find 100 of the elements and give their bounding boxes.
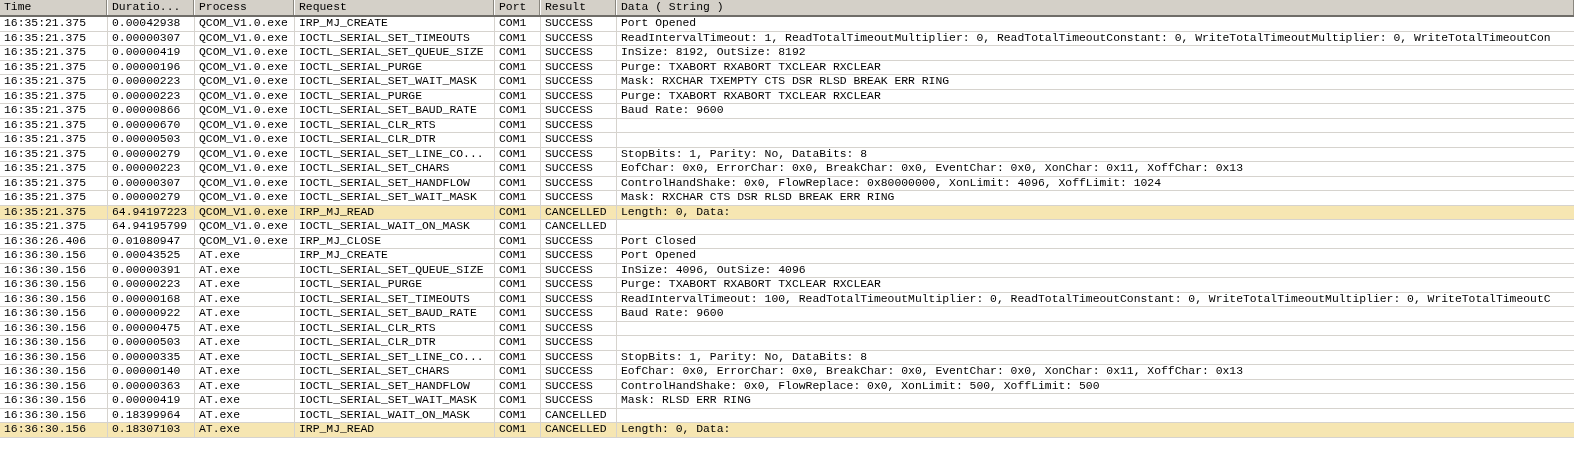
table-cell: IOCTL_SERIAL_SET_HANDFLOW xyxy=(295,379,495,393)
table-cell: COM1 xyxy=(495,278,541,292)
table-cell: QCOM_V1.0.exe xyxy=(195,147,295,161)
table-cell: COM1 xyxy=(495,350,541,364)
table-cell: 16:35:21.375 xyxy=(0,162,108,176)
table-cell: 64.94197223 xyxy=(108,205,195,219)
table-cell-text: Port Closed xyxy=(620,234,698,248)
table-cell: 0.00000335 xyxy=(108,350,195,364)
table-cell-text: Purge: TXABORT RXABORT TXCLEAR RXCLEAR xyxy=(620,89,882,103)
table-cell: 0.00000419 xyxy=(108,46,195,60)
table-cell: QCOM_V1.0.exe xyxy=(195,133,295,147)
table-cell: 16:35:21.375 xyxy=(0,75,108,89)
table-cell: IOCTL_SERIAL_PURGE xyxy=(295,278,495,292)
table-cell: COM1 xyxy=(495,60,541,74)
table-cell: 0.00042938 xyxy=(108,17,195,31)
table-cell-text: ControlHandShake: 0x0, FlowReplace: 0x80000000, XonLimit: 4096, XoffLimit: 1024 xyxy=(620,176,1162,190)
table-cell: 16:36:30.156 xyxy=(0,278,108,292)
table-cell: IOCTL_SERIAL_SET_WAIT_MASK xyxy=(295,75,495,89)
table-cell: QCOM_V1.0.exe xyxy=(195,104,295,118)
table-cell: 16:36:30.156 xyxy=(0,307,108,321)
table-cell: 0.00000391 xyxy=(108,263,195,277)
table-cell: SUCCESS xyxy=(541,263,617,277)
column-header[interactable]: Data ( String ) xyxy=(617,0,1574,15)
table-cell: IOCTL_SERIAL_SET_CHARS xyxy=(295,162,495,176)
column-header[interactable]: Result xyxy=(541,0,617,15)
table-cell: SUCCESS xyxy=(541,336,617,350)
table-cell: 16:35:21.375 xyxy=(0,220,108,234)
table-cell: AT.exe xyxy=(195,408,295,422)
table-cell: 0.00000223 xyxy=(108,75,195,89)
table-cell: SUCCESS xyxy=(541,379,617,393)
table-cell: SUCCESS xyxy=(541,394,617,408)
table-cell-text: Baud Rate: 9600 xyxy=(620,307,725,321)
table-cell: 0.00000922 xyxy=(108,307,195,321)
table-cell: IOCTL_SERIAL_PURGE xyxy=(295,89,495,103)
table-cell: COM1 xyxy=(495,17,541,31)
table-cell: 0.00000363 xyxy=(108,379,195,393)
column-header[interactable]: Process xyxy=(195,0,295,15)
table-cell: 0.01080947 xyxy=(108,234,195,248)
table-cell: 16:36:30.156 xyxy=(0,263,108,277)
table-cell: COM1 xyxy=(495,249,541,263)
table-cell: SUCCESS xyxy=(541,60,617,74)
table-cell: 0.00000140 xyxy=(108,365,195,379)
table-cell: SUCCESS xyxy=(541,350,617,364)
table-cell: COM1 xyxy=(495,379,541,393)
table-cell: QCOM_V1.0.exe xyxy=(195,176,295,190)
table-cell: 0.18399964 xyxy=(108,408,195,422)
table-cell: 16:36:30.156 xyxy=(0,321,108,335)
table-cell: AT.exe xyxy=(195,336,295,350)
table-cell: COM1 xyxy=(495,89,541,103)
table-cell: IOCTL_SERIAL_SET_HANDFLOW xyxy=(295,176,495,190)
table-cell-text: EofChar: 0x0, ErrorChar: 0x0, BreakChar: 0x0, EventChar: 0x0, XonChar: 0x11, XoffChar: 0x13 xyxy=(620,162,1245,176)
table-cell: COM1 xyxy=(495,133,541,147)
table-cell: QCOM_V1.0.exe xyxy=(195,75,295,89)
column-header[interactable]: Request xyxy=(295,0,495,15)
table-cell-text: ControlHandShake: 0x0, FlowReplace: 0x0, XonLimit: 500, XoffLimit: 500 xyxy=(620,379,1101,393)
table-cell: IOCTL_SERIAL_CLR_DTR xyxy=(295,133,495,147)
table-cell: AT.exe xyxy=(195,394,295,408)
table-cell: IOCTL_SERIAL_SET_TIMEOUTS xyxy=(295,31,495,45)
table-cell-text: Purge: TXABORT RXABORT TXCLEAR RXCLEAR xyxy=(620,278,882,292)
table-cell: CANCELLED xyxy=(541,205,617,219)
table-cell: 16:35:21.375 xyxy=(0,17,108,31)
table-cell: IOCTL_SERIAL_SET_CHARS xyxy=(295,365,495,379)
table-cell: IOCTL_SERIAL_SET_WAIT_MASK xyxy=(295,191,495,205)
table-cell: 0.00000475 xyxy=(108,321,195,335)
table-cell-text: StopBits: 1, Parity: No, DataBits: 8 xyxy=(620,147,869,161)
table-cell: IOCTL_SERIAL_WAIT_ON_MASK xyxy=(295,408,495,422)
table-cell: IOCTL_SERIAL_SET_QUEUE_SIZE xyxy=(295,263,495,277)
table-cell: 0.00000503 xyxy=(108,133,195,147)
table-cell: COM1 xyxy=(495,365,541,379)
table-cell: SUCCESS xyxy=(541,31,617,45)
table-cell: QCOM_V1.0.exe xyxy=(195,162,295,176)
table-cell: 16:35:21.375 xyxy=(0,46,108,60)
table-cell: COM1 xyxy=(495,394,541,408)
table-cell: QCOM_V1.0.exe xyxy=(195,31,295,45)
column-header[interactable]: Port xyxy=(495,0,541,15)
table-cell: AT.exe xyxy=(195,321,295,335)
table-cell: 0.00000419 xyxy=(108,394,195,408)
table-cell-text: EofChar: 0x0, ErrorChar: 0x0, BreakChar: 0x0, EventChar: 0x0, XonChar: 0x11, XoffChar: 0x13 xyxy=(620,365,1245,379)
table-cell: SUCCESS xyxy=(541,234,617,248)
column-header[interactable]: Time xyxy=(0,0,108,15)
table-cell: SUCCESS xyxy=(541,118,617,132)
table-cell: IOCTL_SERIAL_CLR_RTS xyxy=(295,118,495,132)
table-cell: 16:36:30.156 xyxy=(0,336,108,350)
table-cell: 16:36:30.156 xyxy=(0,379,108,393)
table-cell: 0.00000307 xyxy=(108,176,195,190)
column-header[interactable]: Duratio... xyxy=(108,0,195,15)
table-cell: 16:35:21.375 xyxy=(0,191,108,205)
table-cell: COM1 xyxy=(495,263,541,277)
table-cell: QCOM_V1.0.exe xyxy=(195,46,295,60)
table-cell-text: Mask: RXCHAR CTS DSR RLSD BREAK ERR RING xyxy=(620,191,896,205)
table-cell: CANCELLED xyxy=(541,220,617,234)
table-cell-text: ReadIntervalTimeout: 100, ReadTotalTimeoutMultiplier: 0, ReadTotalTimeoutConstant: 0, WriteTotalTimeoutMultiplier: 0, WriteTotalTimeoutC xyxy=(620,292,1552,306)
table-cell: 16:36:30.156 xyxy=(0,249,108,263)
table-cell: 0.00000866 xyxy=(108,104,195,118)
table-cell: AT.exe xyxy=(195,350,295,364)
table-cell: COM1 xyxy=(495,220,541,234)
table-cell: 16:36:30.156 xyxy=(0,365,108,379)
table-cell: COM1 xyxy=(495,307,541,321)
table-cell: CANCELLED xyxy=(541,408,617,422)
table-cell: 16:35:21.375 xyxy=(0,133,108,147)
